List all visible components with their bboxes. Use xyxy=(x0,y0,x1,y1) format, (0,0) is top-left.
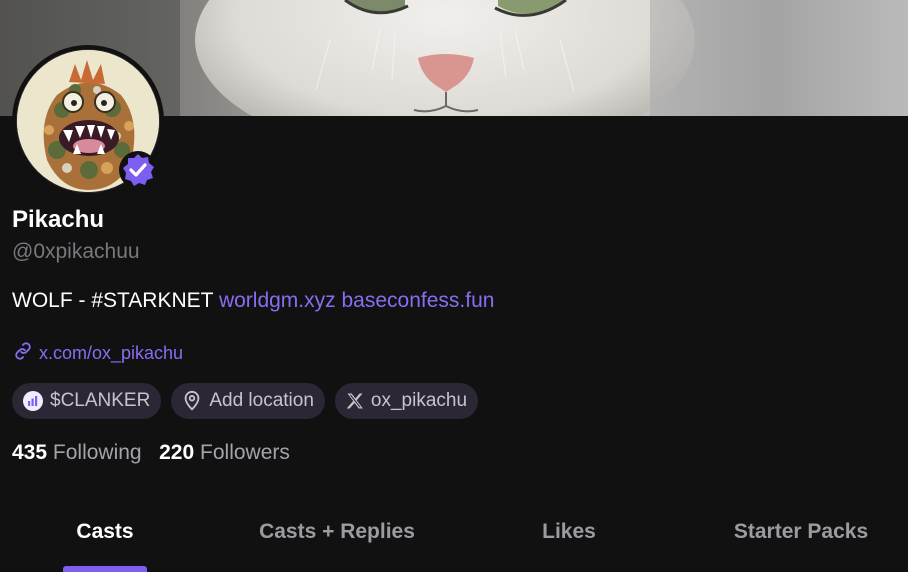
username-handle: @0xpikachuu xyxy=(12,240,140,263)
profile-page: Pikachu @0xpikachuu WOLF - #STARKNET wor… xyxy=(0,0,908,572)
followers-count: 220 xyxy=(159,441,195,464)
tab-likes[interactable]: Likes xyxy=(542,520,596,544)
follow-stats: 435 Following 220 Followers xyxy=(12,441,290,465)
following-stat[interactable]: 435 Following xyxy=(12,441,142,464)
token-icon xyxy=(22,390,44,412)
followers-stat[interactable]: 220 Followers xyxy=(159,441,290,464)
tab-casts-replies[interactable]: Casts + Replies xyxy=(259,520,415,544)
profile-chips: $CLANKER Add location ox_pikachu xyxy=(12,383,479,419)
tab-casts[interactable]: Casts xyxy=(76,520,133,544)
bio-text: WOLF - #STARKNET xyxy=(12,289,214,312)
token-chip-label: $CLANKER xyxy=(50,390,151,411)
display-name: Pikachu xyxy=(12,206,105,233)
location-chip[interactable]: Add location xyxy=(171,383,325,419)
website-link[interactable]: x.com/ox_pikachu xyxy=(12,340,183,367)
location-chip-label: Add location xyxy=(209,390,314,411)
bio-link-baseconfess[interactable]: baseconfess.fun xyxy=(341,289,494,312)
followers-label: Followers xyxy=(200,441,290,464)
bio-link-worldgm[interactable]: worldgm.xyz xyxy=(219,289,336,312)
x-account-chip-label: ox_pikachu xyxy=(370,390,468,411)
website-link-text: x.com/ox_pikachu xyxy=(39,343,184,363)
x-logo-icon xyxy=(345,391,365,411)
profile-bio: WOLF - #STARKNET worldgm.xyz baseconfess… xyxy=(12,289,494,313)
active-tab-indicator xyxy=(63,566,147,572)
token-chip[interactable]: $CLANKER xyxy=(12,383,162,419)
location-pin-icon xyxy=(181,390,203,412)
tab-starter-packs[interactable]: Starter Packs xyxy=(734,520,868,544)
link-icon xyxy=(12,340,34,367)
following-label: Following xyxy=(52,441,142,464)
verified-badge-icon xyxy=(118,150,158,190)
following-count: 435 xyxy=(12,441,48,464)
profile-tabs: Casts Casts + Replies Likes Starter Pack… xyxy=(0,503,908,572)
x-account-chip[interactable]: ox_pikachu xyxy=(334,383,479,419)
